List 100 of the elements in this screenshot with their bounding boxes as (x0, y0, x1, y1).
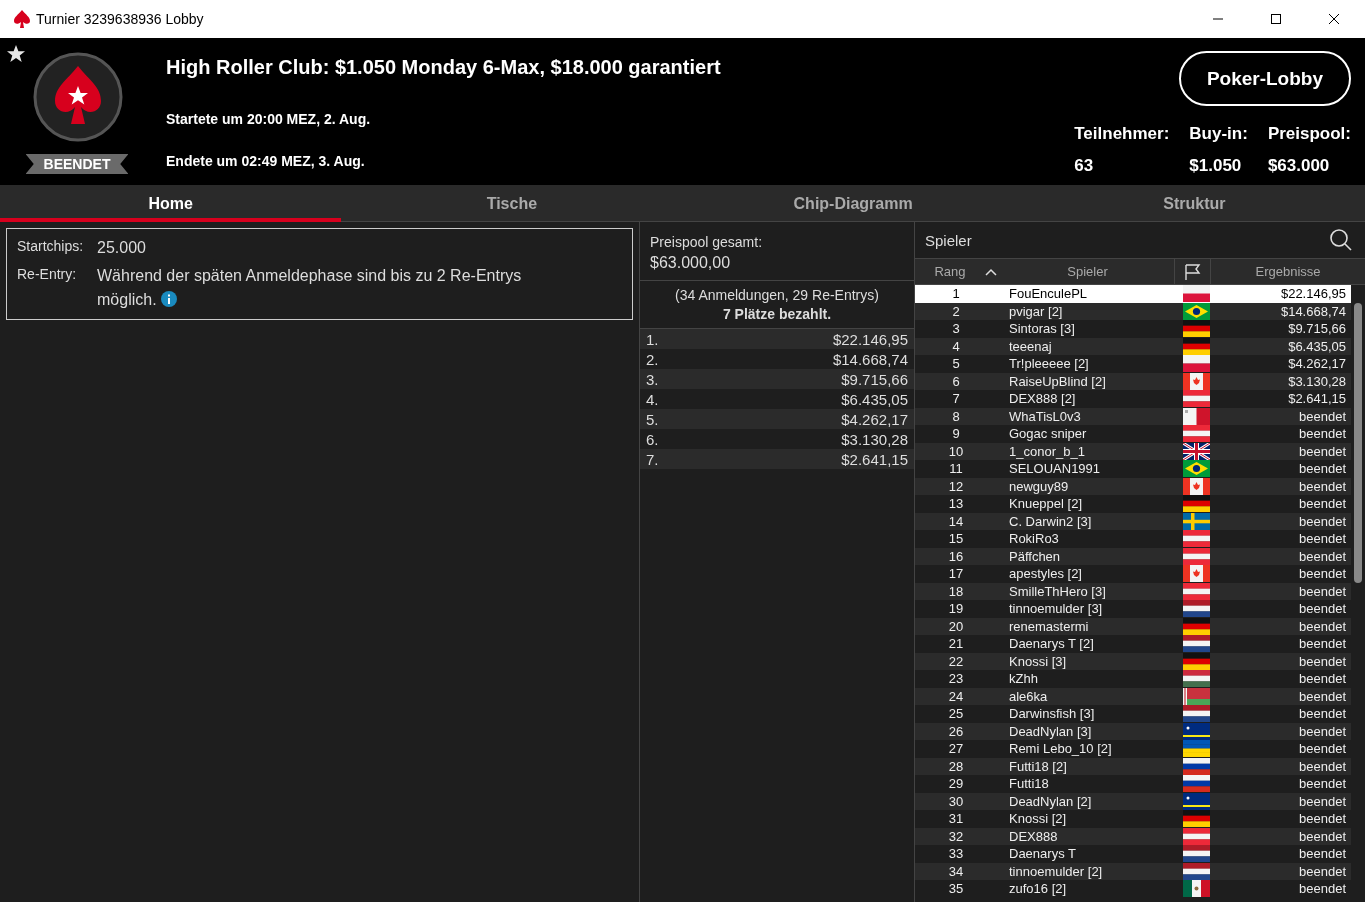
player-row[interactable]: 16 Päffchen beendet (915, 547, 1351, 565)
maximize-icon[interactable] (1270, 13, 1282, 25)
player-row[interactable]: 27 Remi Lebo_10 [2] beendet (915, 740, 1351, 758)
rank-cell-text: 18 (947, 583, 965, 599)
stat-label: Preispool: (1267, 124, 1351, 144)
poker-lobby-button[interactable]: Poker-Lobby (1178, 51, 1351, 106)
player-row[interactable]: 33 Daenarys T beendet (915, 845, 1351, 863)
result-cell-text: beendet (1298, 566, 1347, 582)
player-name: DEX888 [2] (1008, 391, 1077, 407)
rank-cell-text: 13 (947, 496, 965, 512)
prize-amount: $6.435,05 (841, 390, 908, 408)
result-cell-text: beendet (1298, 496, 1347, 512)
player-name: Tr!pleeeee [2] (1008, 356, 1090, 372)
player-row[interactable]: 23 kZhh beendet (915, 670, 1351, 688)
result-cell-text: beendet (1298, 881, 1347, 897)
player-row[interactable]: 8 WhaTisL0v3 beendet (915, 407, 1351, 425)
player-name: Sintoras [3] (1008, 321, 1076, 337)
tab[interactable]: Home (0, 185, 342, 222)
sort-caret-icon[interactable] (985, 267, 997, 276)
rank-cell-text: 8 (951, 408, 961, 424)
result-cell-text: beendet (1298, 636, 1347, 652)
player-row[interactable]: 31 Knossi [2] beendet (915, 810, 1351, 828)
player-row[interactable]: 29 Futti18 beendet (915, 775, 1351, 793)
column-header[interactable]: Ergebnisse (1211, 259, 1365, 284)
player-row[interactable]: 22 Knossi [3] beendet (915, 652, 1351, 670)
prize-amount: $4.262,17 (841, 410, 908, 428)
place-number: 5. (646, 410, 659, 428)
player-row[interactable]: 10 1_conor_b_1 beendet (915, 442, 1351, 460)
player-row[interactable]: 3 Sintoras [3] $9.715,66 (915, 320, 1351, 338)
search-icon[interactable] (1329, 228, 1353, 252)
result-cell-text: beendet (1298, 706, 1347, 722)
tab[interactable]: Chip-Diagramm (682, 185, 1024, 222)
player-row[interactable]: 28 Futti18 [2] beendet (915, 757, 1351, 775)
player-row[interactable]: 24 ale6ka beendet (915, 687, 1351, 705)
player-row[interactable]: 7 DEX888 [2] $2.641,15 (915, 390, 1351, 408)
player-row[interactable]: 34 tinnoemulder [2] beendet (915, 862, 1351, 880)
player-row[interactable]: 15 RokiRo3 beendet (915, 530, 1351, 548)
result-cell-text: beendet (1298, 426, 1347, 442)
info-icon[interactable] (161, 291, 178, 307)
info-value: 25.000 (97, 238, 147, 258)
start-time: Startete um 20:00 MEZ, 2. Aug. (166, 111, 372, 127)
place-number: 1. (646, 330, 659, 348)
player-row[interactable]: 17 apestyles [2] beendet (915, 565, 1351, 583)
result-cell-text: $14.668,74 (1279, 303, 1347, 319)
player-row[interactable]: 9 Gogac sniper beendet (915, 425, 1351, 443)
player-name: 1_conor_b_1 (1008, 443, 1086, 459)
player-name: tinnoemulder [2] (1008, 863, 1104, 879)
player-row[interactable]: 11 SELOUAN1991 beendet (915, 460, 1351, 478)
spade-logo-icon (33, 52, 123, 142)
player-name: tinnoemulder [3] (1008, 601, 1104, 617)
rank-cell-text: 10 (947, 443, 965, 459)
result-cell-text: beendet (1298, 793, 1347, 809)
player-name: Knossi [2] (1008, 811, 1068, 827)
player-name: RokiRo3 (1008, 531, 1060, 547)
star-icon[interactable] (6, 44, 26, 64)
rank-cell-text: 19 (947, 601, 965, 617)
result-cell-text: $9.715,66 (1287, 321, 1347, 337)
result-cell-text: beendet (1298, 828, 1347, 844)
rank-cell-text: 5 (951, 356, 961, 372)
player-row[interactable]: 13 Knueppel [2] beendet (915, 495, 1351, 513)
player-row[interactable]: 30 DeadNylan [2] beendet (915, 792, 1351, 810)
player-row[interactable]: 21 Daenarys T [2] beendet (915, 635, 1351, 653)
player-row[interactable]: 1 FouEnculePL $22.146,95 (915, 285, 1351, 303)
player-row[interactable]: 5 Tr!pleeeee [2] $4.262,17 (915, 355, 1351, 373)
result-cell-text: beendet (1298, 811, 1347, 827)
rank-cell-text: 1 (951, 286, 961, 302)
rank-cell-text: 3 (951, 321, 961, 337)
player-name: zufo16 [2] (1008, 881, 1068, 897)
tab[interactable]: Struktur (1023, 185, 1365, 222)
rank-cell-text: 7 (951, 391, 961, 407)
player-row[interactable]: 6 RaiseUpBlind [2] $3.130,28 (915, 372, 1351, 390)
rank-cell-text: 35 (947, 881, 965, 897)
player-row[interactable]: 35 zufo16 [2] beendet (915, 880, 1351, 898)
rank-cell-text: 30 (947, 793, 965, 809)
player-row[interactable]: 19 tinnoemulder [3] beendet (915, 600, 1351, 618)
rank-cell-text: 26 (947, 723, 965, 739)
close-icon[interactable] (1328, 13, 1340, 25)
rank-cell-text: 24 (947, 688, 965, 704)
player-row[interactable]: 4 teeenaj $6.435,05 (915, 337, 1351, 355)
player-row[interactable]: 18 SmilleThHero [3] beendet (915, 582, 1351, 600)
player-row[interactable]: 32 DEX888 beendet (915, 827, 1351, 845)
column-header[interactable]: Spieler (1001, 259, 1175, 284)
player-row[interactable]: 20 renemastermi beendet (915, 617, 1351, 635)
column-header[interactable]: Rang (915, 259, 985, 284)
result-cell-text: beendet (1298, 741, 1347, 757)
result-cell-text: beendet (1298, 758, 1347, 774)
result-cell-text: beendet (1298, 671, 1347, 687)
player-row[interactable]: 25 Darwinsfish [3] beendet (915, 705, 1351, 723)
prize-amount: $22.146,95 (832, 330, 908, 348)
rank-cell-text: 33 (947, 846, 965, 862)
scrollbar-thumb[interactable] (1354, 303, 1362, 583)
place-number: 6. (646, 430, 659, 448)
player-row[interactable]: 14 C. Darwin2 [3] beendet (915, 512, 1351, 530)
player-row[interactable]: 26 DeadNylan [3] beendet (915, 722, 1351, 740)
result-cell-text: beendet (1298, 776, 1347, 792)
tab[interactable]: Tische (341, 185, 683, 222)
prizepool-label: Preispool gesamt: (650, 234, 764, 250)
player-name: SmilleThHero [3] (1008, 583, 1107, 599)
player-row[interactable]: 12 newguy89 beendet (915, 477, 1351, 495)
flag-icon[interactable] (1182, 262, 1203, 281)
